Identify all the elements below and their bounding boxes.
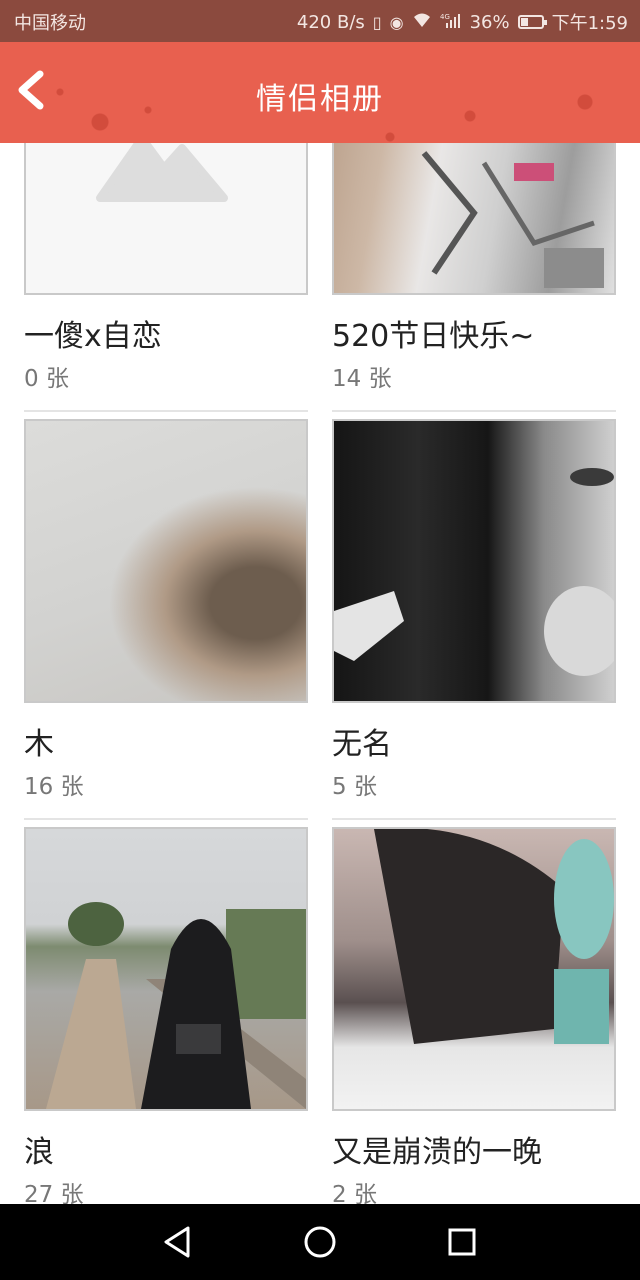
album-name: 无名 xyxy=(332,727,392,762)
system-nav-bar xyxy=(0,1204,640,1280)
album-name: 又是崩溃的一晚 xyxy=(332,1135,542,1170)
network-speed: 420 B/s xyxy=(296,11,365,33)
home-circle-icon xyxy=(304,1226,336,1258)
album-photo xyxy=(374,829,614,1044)
album-photo xyxy=(421,151,604,288)
carrier-label: 中国移动 xyxy=(14,13,86,34)
eye-icon: ◉ xyxy=(389,12,404,32)
album-thumbnail xyxy=(24,827,308,1111)
vibrate-icon: ▯ xyxy=(372,12,382,32)
album-count: 27 张 xyxy=(24,1182,84,1204)
album-thumbnail xyxy=(332,827,616,1111)
wifi-icon xyxy=(412,12,432,32)
nav-home-button[interactable] xyxy=(300,1222,340,1262)
battery-icon xyxy=(517,15,547,29)
album-count: 5 张 xyxy=(332,774,377,800)
network-type: 4G xyxy=(440,13,450,21)
album-photo xyxy=(46,902,306,1109)
status-bar: 中国移动 420 B/s ▯ ◉ 4G 36% 下午1:59 xyxy=(0,0,640,42)
album-thumbnail xyxy=(332,419,616,703)
page-title: 情侣相册 xyxy=(256,82,384,117)
album-count: 0 张 xyxy=(24,366,69,392)
album-photo xyxy=(334,468,614,676)
placeholder-image-icon xyxy=(96,143,228,202)
app-header: 情侣相册 xyxy=(0,42,640,143)
album-count: 14 张 xyxy=(332,366,392,392)
nav-recents-button[interactable] xyxy=(442,1222,482,1262)
album-name: 木 xyxy=(24,727,54,762)
album-count: 2 张 xyxy=(332,1182,377,1204)
album-thumbnail xyxy=(24,419,308,703)
status-right: 420 B/s ▯ ◉ 4G 36% 下午1:59 xyxy=(297,9,628,35)
signal-icon: 4G xyxy=(440,12,462,32)
nav-back-button[interactable] xyxy=(158,1222,198,1262)
album-name: 浪 xyxy=(24,1135,54,1170)
recents-square-icon xyxy=(448,1228,476,1256)
album-name: 520节日快乐~ xyxy=(332,319,535,354)
clock: 下午1:59 xyxy=(551,13,628,34)
album-grid: 一傻x自恋 0 张 520节日快乐~ 14 张 木 16 张 无名 5 张 浪 … xyxy=(0,143,640,1204)
back-triangle-icon xyxy=(164,1226,190,1258)
album-name: 一傻x自恋 xyxy=(24,319,162,354)
album-count: 16 张 xyxy=(24,774,84,800)
album-thumbnail xyxy=(24,143,308,295)
battery-percent: 36% xyxy=(469,11,510,33)
album-thumbnail xyxy=(332,143,616,295)
